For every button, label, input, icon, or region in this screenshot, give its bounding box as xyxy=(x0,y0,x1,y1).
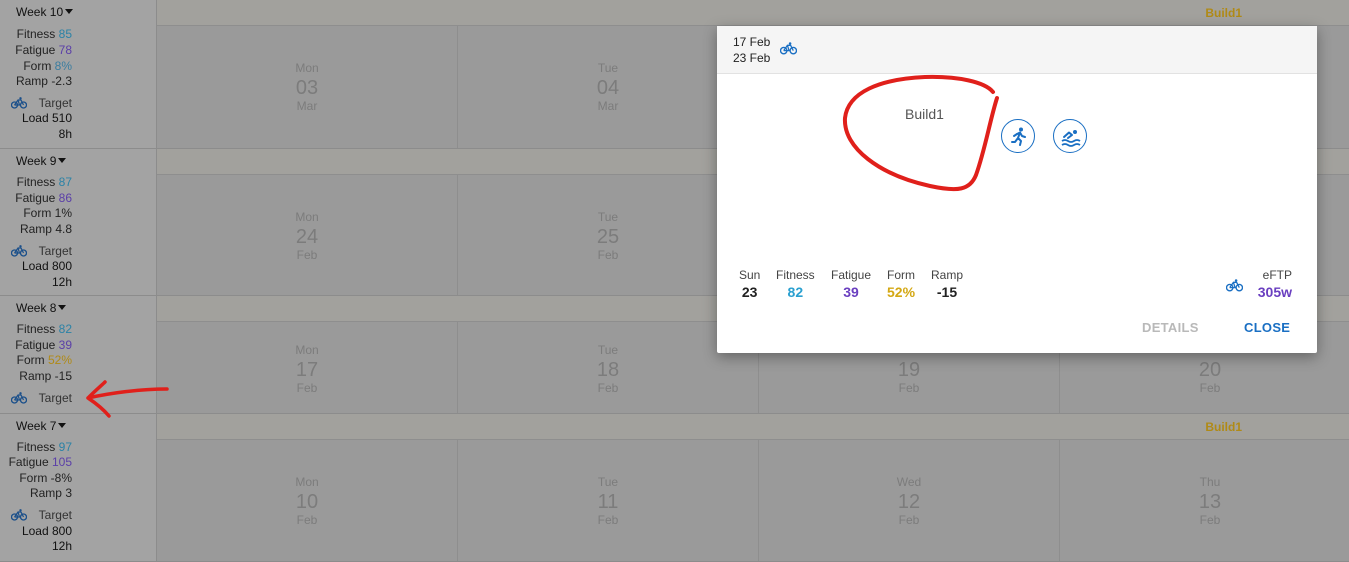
day-cell[interactable]: Tue 11 Feb xyxy=(458,440,759,561)
load-value: Load 510 xyxy=(21,111,72,125)
fitness-stat: Fitness 87 xyxy=(16,175,72,189)
week-title[interactable]: Week 10 xyxy=(16,5,74,19)
bike-icon xyxy=(11,392,27,404)
dialog-header: 17 Feb 23 Feb xyxy=(717,26,1317,74)
fatigue-stat: Fatigue 39 xyxy=(15,338,72,352)
day-cell[interactable]: Tue 25 Feb xyxy=(458,175,759,295)
close-button[interactable]: CLOSE xyxy=(1244,320,1290,335)
ramp-stat: Ramp -15 xyxy=(19,369,72,383)
plan-banner[interactable]: Build1 xyxy=(157,0,1349,26)
caret-down-icon xyxy=(58,305,67,310)
hours-value: 8h xyxy=(58,127,72,141)
bike-icon xyxy=(11,245,27,257)
plan-label: Build1 xyxy=(1205,6,1242,20)
week-summary: Week 8 Fitness 82 Fatigue 39 Form 52% Ra… xyxy=(0,296,157,414)
day-cell[interactable]: Wed 12 Feb xyxy=(759,440,1060,561)
load-value: Load 800 xyxy=(21,259,72,273)
week-days: Build1 Mon 10 Feb Tue 11 Feb Wed 12 Feb Thu 13 F… xyxy=(157,414,1349,562)
fatigue-stat: Fatigue 105 xyxy=(8,455,72,469)
swim-button[interactable] xyxy=(1053,119,1087,153)
run-button[interactable] xyxy=(1001,119,1035,153)
week-row: Week 7 Fitness 97 Fatigue 105 Form -8% R… xyxy=(0,414,1349,562)
caret-down-icon xyxy=(58,158,67,163)
ramp-stat: Ramp 3 xyxy=(29,486,72,500)
week-dialog: 17 Feb 23 Feb Build1 Sun 23 Fitness 82 F… xyxy=(717,26,1317,353)
day-cell[interactable]: Mon 03 Mar xyxy=(157,26,458,148)
week-summary: Week 9 Fitness 87 Fatigue 86 Form 1% Ram… xyxy=(0,149,157,296)
metric-fatigue: Fatigue 39 xyxy=(831,268,872,300)
metric-fitness: Fitness 82 xyxy=(776,268,815,300)
ramp-stat: Ramp -2.3 xyxy=(15,74,72,88)
day-cell[interactable]: Mon 17 Feb xyxy=(157,322,458,413)
day-cell[interactable]: Mon 24 Feb xyxy=(157,175,458,295)
run-icon xyxy=(1011,127,1026,146)
caret-down-icon xyxy=(58,423,67,428)
target-label[interactable]: Target xyxy=(39,391,72,405)
bike-icon xyxy=(1226,279,1243,292)
day-cell[interactable]: Tue 18 Feb xyxy=(458,322,759,413)
form-stat: Form 1% xyxy=(23,206,72,220)
target-label[interactable]: Target xyxy=(39,96,72,110)
week-summary: Week 7 Fitness 97 Fatigue 105 Form -8% R… xyxy=(0,414,157,562)
form-stat: Form 8% xyxy=(23,59,72,73)
target-label[interactable]: Target xyxy=(39,244,72,258)
form-stat: Form -8% xyxy=(19,471,72,485)
date-end: 23 Feb xyxy=(733,51,771,65)
plan-label: Build1 xyxy=(1205,420,1242,434)
fatigue-stat: Fatigue 78 xyxy=(15,43,72,57)
ramp-stat: Ramp 4.8 xyxy=(19,222,72,236)
week-title[interactable]: Week 9 xyxy=(16,154,67,168)
fitness-stat: Fitness 85 xyxy=(16,27,72,41)
plan-banner[interactable]: Build1 xyxy=(157,414,1349,440)
caret-down-icon xyxy=(65,9,74,14)
fitness-stat: Fitness 97 xyxy=(16,440,72,454)
day-cell[interactable]: Thu 13 Feb xyxy=(1060,440,1349,561)
day-cell[interactable]: Tue 04 Mar xyxy=(458,26,759,148)
fatigue-stat: Fatigue 86 xyxy=(15,191,72,205)
week-title[interactable]: Week 7 xyxy=(16,419,67,433)
details-button[interactable]: DETAILS xyxy=(1142,320,1199,335)
plan-name[interactable]: Build1 xyxy=(905,106,944,122)
load-value: Load 800 xyxy=(21,524,72,538)
date-range: 17 Feb 23 Feb xyxy=(733,34,770,66)
week-title[interactable]: Week 8 xyxy=(16,301,67,315)
metric-day: Sun 23 xyxy=(739,268,761,300)
week-summary: Week 10 Fitness 85 Fatigue 78 Form 8% Ra… xyxy=(0,0,157,149)
bike-icon xyxy=(780,42,797,55)
day-cell[interactable]: Mon 10 Feb xyxy=(157,440,458,561)
metric-form: Form 52% xyxy=(887,268,916,300)
hours-value: 12h xyxy=(51,275,72,289)
target-label[interactable]: Target xyxy=(39,508,72,522)
hours-value: 12h xyxy=(51,539,72,553)
bike-icon xyxy=(11,97,27,109)
form-stat: Form 52% xyxy=(16,353,72,367)
swim-icon xyxy=(1061,130,1081,147)
metric-ramp: Ramp -15 xyxy=(931,268,964,300)
fitness-stat: Fitness 82 xyxy=(16,322,72,336)
bike-icon xyxy=(11,509,27,521)
date-start: 17 Feb xyxy=(733,35,771,49)
eftp-metric: eFTP 305w xyxy=(1257,268,1292,300)
